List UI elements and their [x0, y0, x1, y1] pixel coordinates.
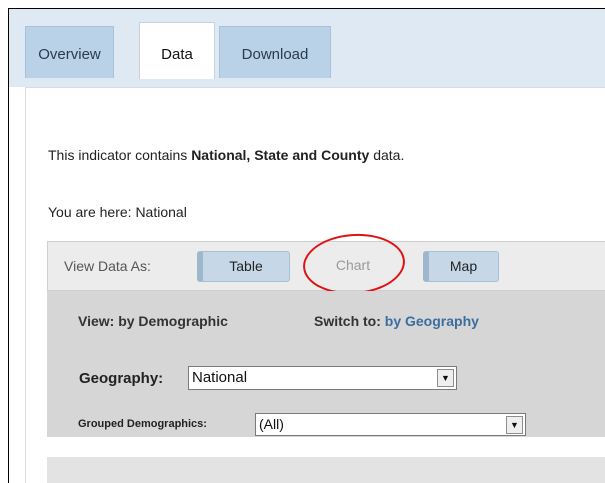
- content-border-left: [25, 87, 26, 483]
- grouped-demographics-select[interactable]: (All) ▼: [255, 413, 526, 436]
- intro-bold: National, State and County: [191, 147, 370, 163]
- view-map-button[interactable]: Map: [423, 251, 499, 282]
- tab-data[interactable]: Data: [139, 22, 215, 79]
- geography-select-value: National: [192, 369, 248, 386]
- chevron-down-icon[interactable]: ▼: [437, 369, 454, 387]
- switch-geography-link[interactable]: by Geography: [385, 313, 479, 329]
- indicator-description: This indicator contains National, State …: [48, 147, 404, 163]
- content-border-top: [25, 87, 605, 88]
- geography-select[interactable]: National ▼: [188, 366, 457, 390]
- grouped-demographics-select-value: (All): [259, 416, 284, 432]
- results-area: [47, 457, 605, 483]
- intro-suffix: data.: [369, 147, 405, 163]
- view-mode-label: View: by Demographic: [78, 313, 228, 329]
- intro-prefix: This indicator contains: [48, 147, 192, 163]
- switch-to-label: Switch to:: [314, 313, 381, 329]
- view-table-button[interactable]: Table: [197, 251, 290, 282]
- tab-download[interactable]: Download: [219, 26, 331, 78]
- chevron-down-icon[interactable]: ▼: [506, 416, 523, 434]
- view-data-as-label: View Data As:: [64, 258, 151, 274]
- switch-to-row: Switch to: by Geography: [314, 313, 479, 329]
- geography-label: Geography:: [79, 370, 164, 387]
- grouped-demographics-label: Grouped Demographics:: [78, 418, 207, 430]
- breadcrumb: You are here: National: [48, 204, 187, 220]
- tab-overview[interactable]: Overview: [25, 26, 114, 78]
